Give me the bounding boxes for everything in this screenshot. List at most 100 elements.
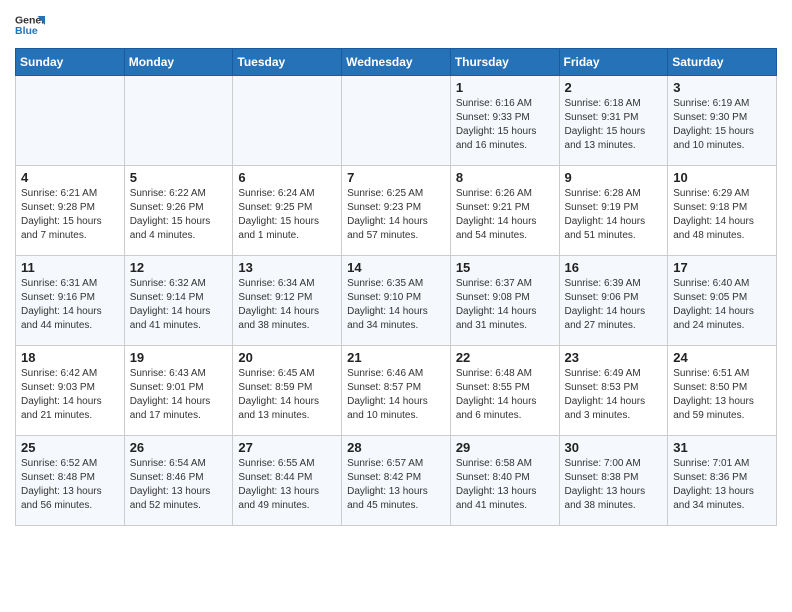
calendar-cell: 18Sunrise: 6:42 AMSunset: 9:03 PMDayligh… — [16, 346, 125, 436]
day-info: Sunrise: 6:32 AMSunset: 9:14 PMDaylight:… — [130, 277, 228, 333]
calendar-week-5: 25Sunrise: 6:52 AMSunset: 8:48 PMDayligh… — [16, 436, 777, 526]
day-info: Sunrise: 6:48 AMSunset: 8:55 PMDaylight:… — [456, 367, 554, 423]
weekday-header-row: SundayMondayTuesdayWednesdayThursdayFrid… — [16, 49, 777, 76]
calendar-cell: 19 Sunrise: 6:43 AMSunset: 9:01 PMDayligh… — [124, 346, 233, 436]
day-number: 13 — [238, 260, 336, 275]
day-number: 25 — [21, 440, 119, 455]
day-number: 10 — [673, 170, 771, 185]
day-number: 14 — [347, 260, 445, 275]
day-info: Sunrise: 7:01 AMSunset: 8:36 PMDaylight:… — [673, 457, 771, 513]
day-number: 12 — [130, 260, 228, 275]
calendar-cell — [233, 76, 342, 166]
calendar-cell: 28Sunrise: 6:57 AMSunset: 8:42 PMDayligh… — [342, 436, 451, 526]
calendar-cell: 17 Sunrise: 6:40 AMSunset: 9:05 PMDayligh… — [668, 256, 777, 346]
day-number: 11 — [21, 260, 119, 275]
weekday-header-saturday: Saturday — [668, 49, 777, 76]
calendar-cell: 3 Sunrise: 6:19 AMSunset: 9:30 PMDaylight… — [668, 76, 777, 166]
calendar-week-3: 11 Sunrise: 6:31 AMSunset: 9:16 PMDayligh… — [16, 256, 777, 346]
day-info: Sunrise: 6:43 AMSunset: 9:01 PMDaylight:… — [130, 367, 228, 423]
calendar-week-2: 4 Sunrise: 6:21 AMSunset: 9:28 PMDaylight… — [16, 166, 777, 256]
svg-text:Blue: Blue — [15, 25, 38, 37]
calendar-cell: 15 Sunrise: 6:37 AMSunset: 9:08 PMDayligh… — [450, 256, 559, 346]
day-number: 26 — [130, 440, 228, 455]
day-number: 7 — [347, 170, 445, 185]
day-info: Sunrise: 6:54 AMSunset: 8:46 PMDaylight:… — [130, 457, 228, 513]
weekday-header-monday: Monday — [124, 49, 233, 76]
calendar-cell: 13 Sunrise: 6:34 AMSunset: 9:12 PMDayligh… — [233, 256, 342, 346]
calendar-cell: 4 Sunrise: 6:21 AMSunset: 9:28 PMDaylight… — [16, 166, 125, 256]
day-number: 18 — [21, 350, 119, 365]
calendar-header: SundayMondayTuesdayWednesdayThursdayFrid… — [16, 49, 777, 76]
day-info: Sunrise: 6:24 AMSunset: 9:25 PMDaylight:… — [238, 187, 336, 243]
day-number: 17 — [673, 260, 771, 275]
calendar-cell: 29 Sunrise: 6:58 AMSunset: 8:40 PMDayligh… — [450, 436, 559, 526]
calendar-cell: 25Sunrise: 6:52 AMSunset: 8:48 PMDayligh… — [16, 436, 125, 526]
day-number: 22 — [456, 350, 554, 365]
weekday-header-friday: Friday — [559, 49, 668, 76]
weekday-header-sunday: Sunday — [16, 49, 125, 76]
calendar-cell: 7 Sunrise: 6:25 AMSunset: 9:23 PMDaylight… — [342, 166, 451, 256]
day-number: 2 — [565, 80, 663, 95]
day-info: Sunrise: 6:37 AMSunset: 9:08 PMDaylight:… — [456, 277, 554, 333]
day-info: Sunrise: 6:25 AMSunset: 9:23 PMDaylight:… — [347, 187, 445, 243]
day-number: 30 — [565, 440, 663, 455]
day-info: Sunrise: 6:57 AMSunset: 8:42 PMDaylight:… — [347, 457, 445, 513]
day-info: Sunrise: 6:49 AMSunset: 8:53 PMDaylight:… — [565, 367, 663, 423]
calendar-cell: 30 Sunrise: 7:00 AMSunset: 8:38 PMDayligh… — [559, 436, 668, 526]
day-number: 8 — [456, 170, 554, 185]
day-info: Sunrise: 6:34 AMSunset: 9:12 PMDaylight:… — [238, 277, 336, 333]
day-number: 31 — [673, 440, 771, 455]
day-info: Sunrise: 7:00 AMSunset: 8:38 PMDaylight:… — [565, 457, 663, 513]
day-number: 27 — [238, 440, 336, 455]
day-info: Sunrise: 6:51 AMSunset: 8:50 PMDaylight:… — [673, 367, 771, 423]
calendar-cell: 21Sunrise: 6:46 AMSunset: 8:57 PMDayligh… — [342, 346, 451, 436]
calendar-cell — [16, 76, 125, 166]
calendar-cell — [124, 76, 233, 166]
calendar-cell: 16Sunrise: 6:39 AMSunset: 9:06 PMDayligh… — [559, 256, 668, 346]
day-info: Sunrise: 6:45 AMSunset: 8:59 PMDaylight:… — [238, 367, 336, 423]
calendar-cell: 10 Sunrise: 6:29 AMSunset: 9:18 PMDayligh… — [668, 166, 777, 256]
day-number: 15 — [456, 260, 554, 275]
calendar-cell: 12 Sunrise: 6:32 AMSunset: 9:14 PMDayligh… — [124, 256, 233, 346]
calendar-cell: 14 Sunrise: 6:35 AMSunset: 9:10 PMDayligh… — [342, 256, 451, 346]
calendar-cell: 6 Sunrise: 6:24 AMSunset: 9:25 PMDaylight… — [233, 166, 342, 256]
day-number: 5 — [130, 170, 228, 185]
day-info: Sunrise: 6:18 AMSunset: 9:31 PMDaylight:… — [565, 97, 663, 153]
day-info: Sunrise: 6:35 AMSunset: 9:10 PMDaylight:… — [347, 277, 445, 333]
calendar-cell: 5 Sunrise: 6:22 AMSunset: 9:26 PMDaylight… — [124, 166, 233, 256]
calendar-cell: 2 Sunrise: 6:18 AMSunset: 9:31 PMDaylight… — [559, 76, 668, 166]
calendar-cell: 31 Sunrise: 7:01 AMSunset: 8:36 PMDayligh… — [668, 436, 777, 526]
calendar-body: 1Sunrise: 6:16 AMSunset: 9:33 PMDaylight… — [16, 76, 777, 526]
day-number: 29 — [456, 440, 554, 455]
day-number: 16 — [565, 260, 663, 275]
calendar-cell: 1Sunrise: 6:16 AMSunset: 9:33 PMDaylight… — [450, 76, 559, 166]
day-number: 19 — [130, 350, 228, 365]
day-info: Sunrise: 6:31 AMSunset: 9:16 PMDaylight:… — [21, 277, 119, 333]
calendar-cell: 26 Sunrise: 6:54 AMSunset: 8:46 PMDayligh… — [124, 436, 233, 526]
calendar-week-1: 1Sunrise: 6:16 AMSunset: 9:33 PMDaylight… — [16, 76, 777, 166]
day-info: Sunrise: 6:29 AMSunset: 9:18 PMDaylight:… — [673, 187, 771, 243]
day-info: Sunrise: 6:46 AMSunset: 8:57 PMDaylight:… — [347, 367, 445, 423]
calendar-cell: 8 Sunrise: 6:26 AMSunset: 9:21 PMDaylight… — [450, 166, 559, 256]
day-info: Sunrise: 6:58 AMSunset: 8:40 PMDaylight:… — [456, 457, 554, 513]
calendar-table: SundayMondayTuesdayWednesdayThursdayFrid… — [15, 48, 777, 526]
day-info: Sunrise: 6:22 AMSunset: 9:26 PMDaylight:… — [130, 187, 228, 243]
day-number: 3 — [673, 80, 771, 95]
day-number: 24 — [673, 350, 771, 365]
day-number: 6 — [238, 170, 336, 185]
weekday-header-tuesday: Tuesday — [233, 49, 342, 76]
day-number: 4 — [21, 170, 119, 185]
calendar-cell: 20Sunrise: 6:45 AMSunset: 8:59 PMDayligh… — [233, 346, 342, 436]
day-info: Sunrise: 6:26 AMSunset: 9:21 PMDaylight:… — [456, 187, 554, 243]
calendar-cell: 9Sunrise: 6:28 AMSunset: 9:19 PMDaylight… — [559, 166, 668, 256]
day-info: Sunrise: 6:55 AMSunset: 8:44 PMDaylight:… — [238, 457, 336, 513]
logo: General Blue — [15, 10, 49, 40]
day-info: Sunrise: 6:19 AMSunset: 9:30 PMDaylight:… — [673, 97, 771, 153]
day-info: Sunrise: 6:21 AMSunset: 9:28 PMDaylight:… — [21, 187, 119, 243]
day-info: Sunrise: 6:40 AMSunset: 9:05 PMDaylight:… — [673, 277, 771, 333]
day-number: 9 — [565, 170, 663, 185]
day-info: Sunrise: 6:16 AMSunset: 9:33 PMDaylight:… — [456, 97, 554, 153]
weekday-header-thursday: Thursday — [450, 49, 559, 76]
day-number: 23 — [565, 350, 663, 365]
page-header: General Blue — [15, 10, 777, 40]
